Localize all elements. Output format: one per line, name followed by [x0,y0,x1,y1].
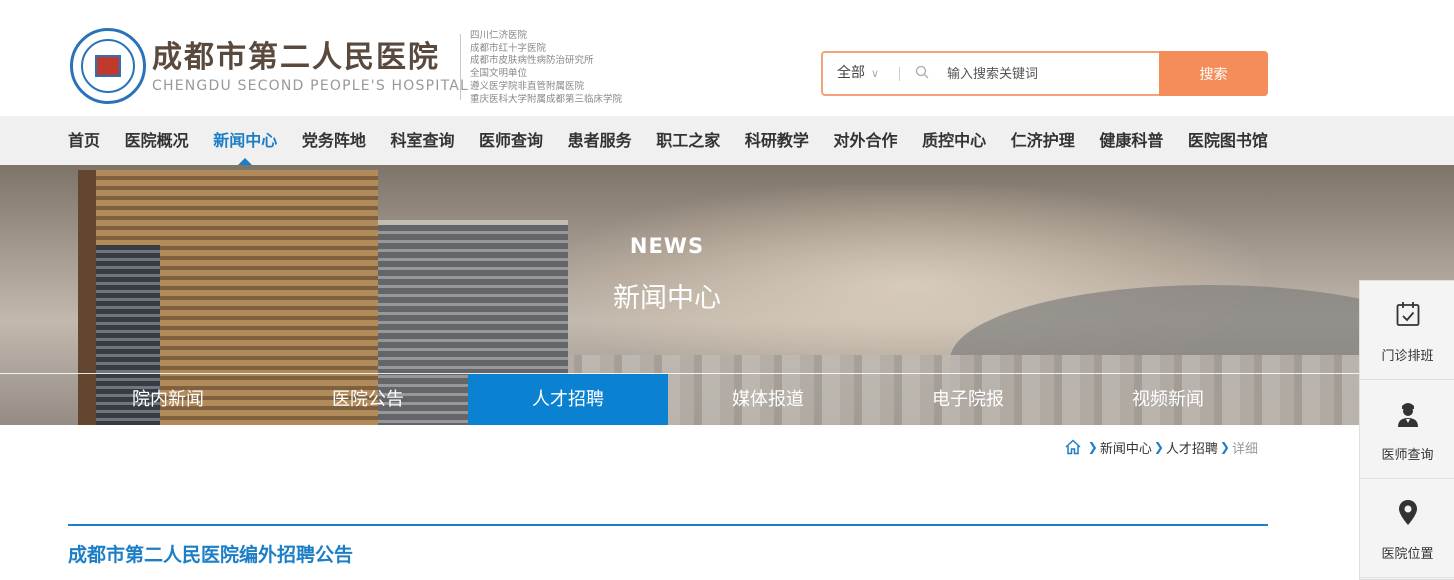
chevron-right-icon: ❯ [1219,440,1230,454]
main-nav: 首页 医院概况 新闻中心 党务阵地 科室查询 医师查询 患者服务 职工之家 科研… [0,116,1454,165]
location-pin-icon [1399,500,1417,525]
sidebar-item-label: 医院位置 [1381,547,1434,562]
affiliation-line: 遵义医学院非直管附属医院 [470,80,585,92]
article-divider [68,524,1268,526]
search-category-select[interactable]: 全部 ∨ [837,53,879,94]
search-bar: 全部 ∨ 搜索 [821,51,1268,96]
news-banner: NEWS 新闻中心 院内新闻 医院公告 人才招聘 媒体报道 电子院报 视频新闻 [0,165,1454,425]
home-icon[interactable] [1064,438,1082,456]
chevron-right-icon: ❯ [1153,440,1164,454]
nav-item-party[interactable]: 党务阵地 [302,116,366,165]
nav-item-overview[interactable]: 医院概况 [125,116,189,165]
floating-sidebar: 门诊排班 医师查询 医院位置 [1359,280,1454,580]
nav-item-library[interactable]: 医院图书馆 [1188,116,1268,165]
sidebar-item-doctors[interactable]: 医师查询 [1360,380,1454,479]
doctor-icon [1398,403,1418,427]
nav-item-departments[interactable]: 科室查询 [390,116,454,165]
hospital-seal-icon [70,28,146,104]
affiliation-line: 重庆医科大学附属成都第三临床学院 [470,93,623,105]
brand-affiliations: 四川仁济医院 成都市红十字医院 成都市皮肤病性病防治研究所 全国文明单位 遵义医… [470,30,622,106]
tab-media-reports[interactable]: 媒体报道 [668,374,868,425]
affiliation-line: 成都市皮肤病性病防治研究所 [470,55,594,67]
search-category-label: 全部 [837,65,865,81]
tab-recruitment[interactable]: 人才招聘 [468,374,668,425]
banner-title-en: NEWS [629,234,705,258]
sidebar-item-schedule[interactable]: 门诊排班 [1360,281,1454,380]
tab-e-newspaper[interactable]: 电子院报 [868,374,1068,425]
search-icon [915,65,929,79]
breadcrumb: ❯ 新闻中心 ❯ 人才招聘 ❯ 详细 [1064,437,1258,457]
hospital-logo[interactable]: 成都市第二人民医院 CHENGDU SECOND PEOPLE'S HOSPIT… [70,26,670,106]
chevron-down-icon: ∨ [871,67,880,80]
calendar-check-icon [1396,302,1420,326]
breadcrumb-recruitment[interactable]: 人才招聘 [1166,438,1218,457]
breadcrumb-current: 详细 [1231,441,1258,457]
nav-item-health[interactable]: 健康科普 [1099,116,1163,165]
nav-item-quality[interactable]: 质控中心 [922,116,986,165]
sidebar-item-label: 医师查询 [1381,448,1434,463]
breadcrumb-news[interactable]: 新闻中心 [1100,438,1152,457]
nav-item-doctors[interactable]: 医师查询 [479,116,543,165]
brand-name-cn: 成都市第二人民医院 [152,40,440,75]
news-subtabs: 院内新闻 医院公告 人才招聘 媒体报道 电子院报 视频新闻 [0,373,1360,425]
banner-title-cn: 新闻中心 [613,283,721,314]
nav-item-nursing[interactable]: 仁济护理 [1011,116,1075,165]
tab-announcements[interactable]: 医院公告 [268,374,468,425]
nav-item-home[interactable]: 首页 [68,116,100,165]
nav-item-news[interactable]: 新闻中心 [213,116,277,165]
affiliation-line: 全国文明单位 [470,68,528,80]
chevron-right-icon: ❯ [1087,440,1098,454]
search-divider [899,67,900,81]
brand-name-en: CHENGDU SECOND PEOPLE'S HOSPITAL [152,78,470,94]
tab-internal-news[interactable]: 院内新闻 [68,374,268,425]
tab-video-news[interactable]: 视频新闻 [1068,374,1268,425]
nav-item-patient-services[interactable]: 患者服务 [568,116,632,165]
nav-item-cooperation[interactable]: 对外合作 [833,116,897,165]
sidebar-item-location[interactable]: 医院位置 [1360,479,1454,578]
affiliation-line: 四川仁济医院 [470,30,528,41]
brand-divider [460,34,461,100]
affiliation-line: 成都市红十字医院 [470,42,547,54]
search-input[interactable] [947,59,1147,88]
search-button[interactable]: 搜索 [1159,51,1268,96]
nav-item-staff[interactable]: 职工之家 [656,116,720,165]
article-title: 成都市第二人民医院编外招聘公告 [68,544,354,566]
sidebar-item-label: 门诊排班 [1381,349,1434,364]
site-header: 成都市第二人民医院 CHENGDU SECOND PEOPLE'S HOSPIT… [0,0,1454,116]
nav-item-research[interactable]: 科研教学 [745,116,809,165]
